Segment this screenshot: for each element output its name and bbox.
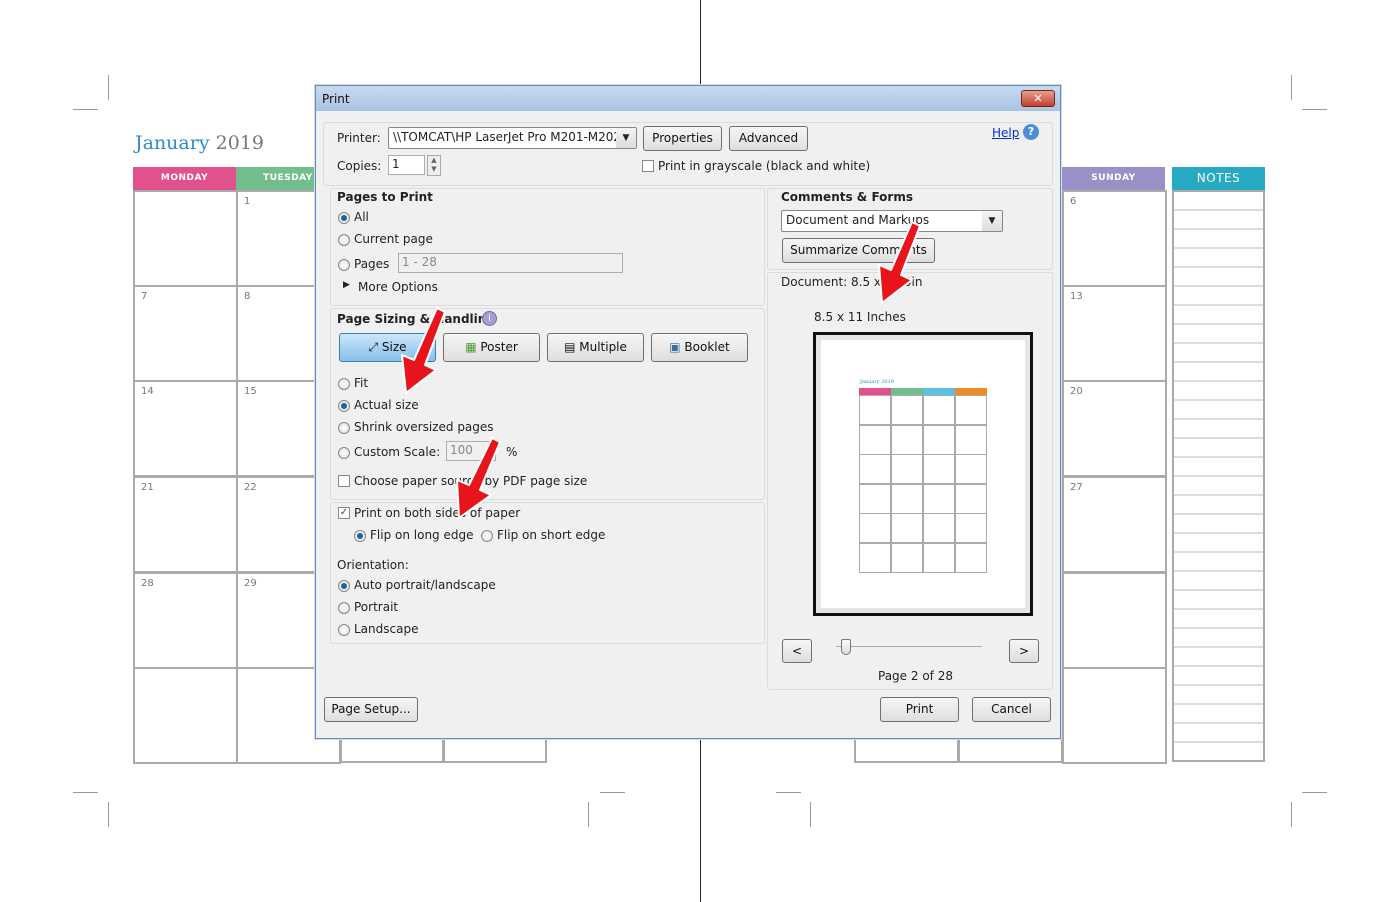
arrow-annotation xyxy=(878,221,921,304)
annotation-arrows xyxy=(401,221,921,519)
arrow-annotation xyxy=(401,307,446,394)
arrow-annotation xyxy=(456,437,501,519)
